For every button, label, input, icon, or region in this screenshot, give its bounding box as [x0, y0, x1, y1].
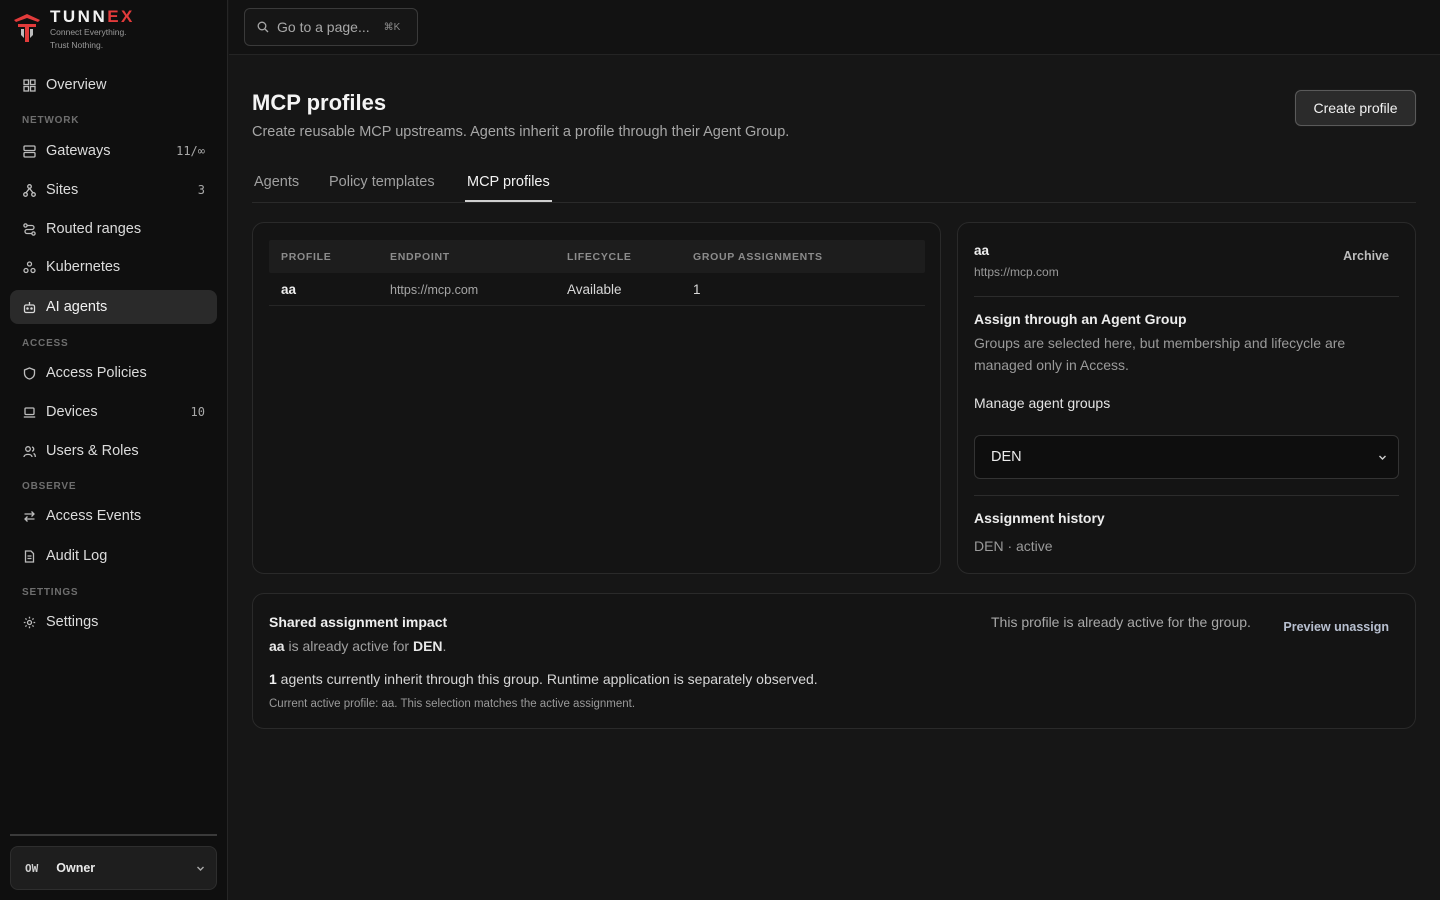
sidebar-item-settings[interactable]: Settings [10, 605, 217, 639]
assign-description: Groups are selected here, but membership… [974, 335, 1346, 373]
sidebar-item-users-roles[interactable]: Users & Roles [10, 434, 217, 468]
sidebar-item-overview[interactable]: Overview [10, 68, 217, 102]
impact-heading: Shared assignment impact [269, 614, 448, 630]
search-icon [257, 21, 269, 33]
search-input[interactable]: Go to a page... ⌘K [244, 8, 418, 46]
sidebar-item-label: Devices [46, 404, 98, 420]
archive-button[interactable]: Archive [1343, 249, 1389, 263]
bot-icon [22, 300, 36, 314]
agent-group-select[interactable]: DEN [974, 435, 1399, 479]
shield-icon [22, 366, 36, 380]
sidebar-item-access-events[interactable]: Access Events [10, 499, 217, 533]
brand-tagline-2: Trust Nothing. [50, 40, 104, 50]
cell-profile: aa [281, 282, 297, 297]
search-placeholder: Go to a page... [277, 19, 370, 35]
sidebar-item-routed-ranges[interactable]: Routed ranges [10, 212, 217, 246]
tab-mcp-profiles[interactable]: MCP profiles [465, 174, 552, 202]
cell-assignments: 1 [693, 282, 701, 297]
create-profile-button[interactable]: Create profile [1295, 90, 1416, 126]
topbar: Go to a page... ⌘K [229, 0, 1440, 55]
page-subtitle: Create reusable MCP upstreams. Agents in… [252, 124, 790, 140]
history-heading: Assignment history [974, 510, 1105, 526]
sidebar-item-label: Access Events [46, 508, 142, 524]
sidebar-item-label: Routed ranges [46, 221, 142, 237]
sidebar-item-label: Settings [46, 614, 99, 630]
sidebar-item-audit-log[interactable]: Audit Log [10, 539, 217, 573]
sidebar-item-label: Gateways [46, 143, 111, 159]
tab-agents[interactable]: Agents [252, 174, 301, 200]
section-network: NETWORK [22, 115, 80, 126]
cell-lifecycle: Available [567, 282, 622, 297]
grid-icon [22, 78, 36, 92]
history-entry: DEN · active [974, 538, 1053, 554]
preview-unassign-button[interactable]: Preview unassign [1283, 620, 1389, 634]
chevron-down-icon [1377, 451, 1388, 467]
section-access: ACCESS [22, 338, 69, 349]
tabs: Agents Policy templates MCP profiles [252, 166, 1416, 203]
sidebar-divider [10, 834, 217, 836]
sidebar-item-label: Kubernetes [46, 259, 121, 275]
page-title: MCP profiles [252, 90, 387, 115]
sidebar-item-label: Audit Log [46, 548, 108, 564]
sidebar-item-devices[interactable]: Devices 10 [10, 395, 217, 429]
gateways-count: 11/∞ [176, 144, 205, 158]
col-profile: PROFILE [281, 251, 332, 263]
impact-inherit-line: 1 agents currently inherit through this … [269, 671, 818, 687]
tunnex-logo-icon [14, 14, 40, 42]
detail-profile-name: aa [974, 243, 990, 258]
search-shortcut: ⌘K [383, 21, 401, 33]
avatar: OW [25, 861, 39, 875]
table-header: PROFILE ENDPOINT LIFECYCLE GROUP ASSIGNM… [269, 240, 925, 273]
document-icon [22, 549, 36, 563]
assign-heading: Assign through an Agent Group [974, 311, 1187, 327]
user-name: Owner [56, 861, 96, 875]
sidebar-item-label: Access Policies [46, 365, 147, 381]
tab-policy-templates[interactable]: Policy templates [327, 174, 437, 200]
impact-current-note: Current active profile: aa. This selecti… [269, 698, 636, 710]
users-icon [22, 444, 36, 458]
user-menu[interactable]: OW Owner [10, 846, 217, 890]
gear-icon [22, 615, 36, 629]
sidebar-item-sites[interactable]: Sites 3 [10, 173, 217, 207]
sidebar-item-ai-agents[interactable]: AI agents [10, 290, 217, 324]
profile-detail-card: aa https://mcp.com Archive Assign throug… [957, 222, 1416, 574]
devices-count: 10 [190, 405, 205, 419]
manage-groups-label: Manage agent groups [974, 395, 1111, 411]
divider [974, 296, 1399, 297]
table-row[interactable]: aa https://mcp.com Available 1 [269, 273, 925, 306]
divider [974, 495, 1399, 496]
sidebar-item-gateways[interactable]: Gateways 11/∞ [10, 134, 217, 168]
route-icon [22, 222, 36, 236]
section-observe: OBSERVE [22, 481, 77, 492]
detail-profile-url: https://mcp.com [974, 265, 1059, 279]
laptop-icon [22, 405, 36, 419]
impact-card: Shared assignment impact aa is already a… [252, 593, 1416, 729]
sidebar-item-label: Users & Roles [46, 443, 139, 459]
impact-status: This profile is already active for the g… [991, 614, 1251, 630]
impact-active-line: aa is already active for DEN. [269, 638, 447, 654]
section-settings: SETTINGS [22, 587, 79, 598]
sitemap-icon [22, 183, 36, 197]
sites-count: 3 [197, 183, 205, 197]
col-endpoint: ENDPOINT [390, 251, 450, 263]
selected-group: DEN [991, 449, 1022, 465]
sidebar-item-label: Overview [46, 77, 107, 93]
sidebar-item-access-policies[interactable]: Access Policies [10, 356, 217, 390]
col-lifecycle: LIFECYCLE [567, 251, 632, 263]
cell-endpoint: https://mcp.com [390, 283, 479, 297]
brand-tagline-1: Connect Everything. [50, 27, 127, 37]
profiles-table-card: PROFILE ENDPOINT LIFECYCLE GROUP ASSIGNM… [252, 222, 941, 574]
brand[interactable]: TUNNEX Connect Everything. Trust Nothing… [12, 8, 135, 52]
cluster-icon [22, 260, 36, 274]
col-group-assignments: GROUP ASSIGNMENTS [693, 251, 823, 263]
chevron-down-icon [195, 861, 206, 877]
sidebar: TUNNEX Connect Everything. Trust Nothing… [0, 0, 228, 900]
server-icon [22, 144, 36, 158]
sidebar-item-label: AI agents [46, 299, 108, 315]
sidebar-item-kubernetes[interactable]: Kubernetes [10, 250, 217, 284]
brand-name: TUNNEX [50, 7, 135, 26]
arrows-exchange-icon [22, 509, 36, 523]
sidebar-item-label: Sites [46, 182, 79, 198]
